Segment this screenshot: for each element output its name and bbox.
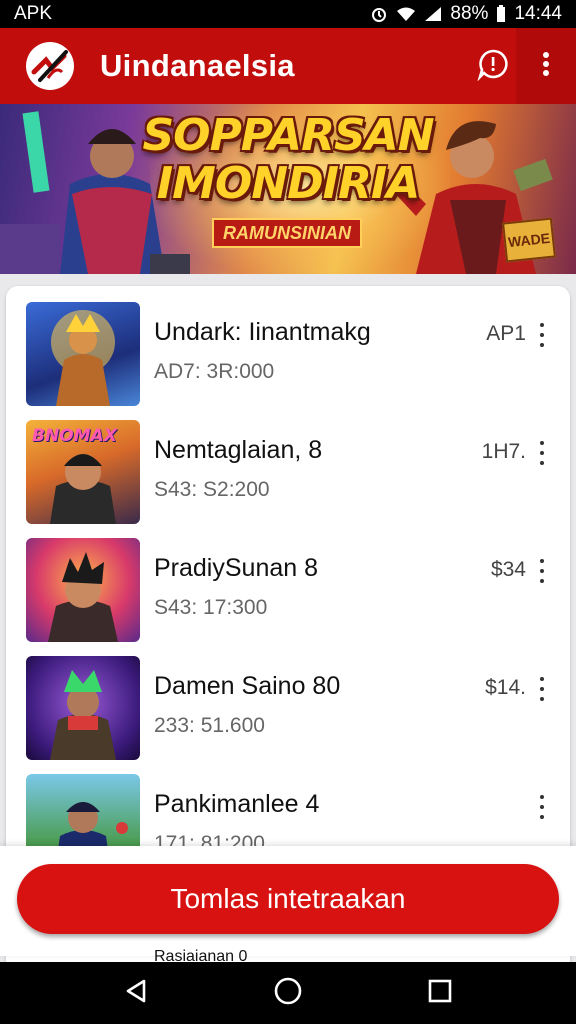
system-nav-bar bbox=[0, 962, 576, 1024]
more-vert-dot bbox=[540, 451, 544, 455]
wifi-icon bbox=[396, 6, 416, 22]
banner-title-line1: SOPPARSAN bbox=[142, 110, 434, 161]
list-item[interactable]: Damen Saino 80 233: 51.600 $14. bbox=[6, 640, 570, 760]
more-vert-icon bbox=[540, 559, 544, 563]
back-icon bbox=[122, 977, 150, 1010]
app-logo-icon[interactable] bbox=[26, 42, 74, 90]
item-more-button[interactable] bbox=[534, 674, 550, 704]
recents-icon bbox=[427, 978, 453, 1009]
more-vert-dot bbox=[540, 805, 544, 809]
banner-badge: WADE bbox=[502, 217, 556, 263]
carrier-label: APK bbox=[14, 3, 53, 24]
app-bar: Uindanaelsia bbox=[0, 28, 576, 104]
app-thumbnail bbox=[26, 302, 140, 406]
item-more-button[interactable] bbox=[534, 556, 550, 586]
app-thumbnail bbox=[26, 656, 140, 760]
app-price: 1H7. bbox=[481, 440, 526, 463]
app-title: PradiySunan 8 bbox=[154, 554, 319, 582]
overflow-menu-button[interactable] bbox=[516, 28, 576, 104]
more-vert-dot bbox=[540, 333, 544, 337]
app-title: Undark: Iinantmakg bbox=[154, 318, 371, 346]
app-subtitle: 233: 51.600 bbox=[154, 714, 265, 737]
banner-ribbon: RAMUNSINIAN bbox=[212, 218, 362, 248]
bottom-panel: Tomlas intetraakan Rasiaianan 0 bbox=[0, 846, 576, 965]
recents-button[interactable] bbox=[412, 965, 468, 1021]
more-vert-icon bbox=[540, 677, 544, 681]
clock: 14:44 bbox=[514, 3, 562, 24]
app-title: Nemtaglaian, 8 bbox=[154, 436, 323, 464]
battery-icon bbox=[496, 5, 506, 23]
more-vert-dot bbox=[540, 579, 544, 583]
status-bar: APK 88% 14:44 bbox=[0, 0, 576, 28]
list-item[interactable]: PradiySunan 8 S43: 17:300 $34 bbox=[6, 522, 570, 642]
promo-banner[interactable]: SOPPARSAN IMONDIRIA RAMUNSINIAN WADE bbox=[0, 104, 576, 274]
more-vert-dot bbox=[540, 697, 544, 701]
back-button[interactable] bbox=[108, 965, 164, 1021]
chat-button[interactable] bbox=[470, 43, 516, 89]
item-more-button[interactable] bbox=[534, 792, 550, 822]
more-vert-dot bbox=[540, 687, 544, 691]
alarm-icon bbox=[370, 5, 388, 23]
home-icon bbox=[273, 976, 303, 1011]
status-icons: 88% 14:44 bbox=[370, 3, 562, 25]
app-thumbnail bbox=[26, 538, 140, 642]
more-vert-dot bbox=[540, 815, 544, 819]
more-vert-dot bbox=[540, 461, 544, 465]
more-vert-icon bbox=[540, 441, 544, 445]
home-button[interactable] bbox=[260, 965, 316, 1021]
thumb-label: BNOMAX bbox=[32, 426, 117, 446]
app-price: AP1 bbox=[486, 322, 526, 345]
app-thumbnail: BNOMAX bbox=[26, 420, 140, 524]
app-subtitle: S43: 17:300 bbox=[154, 596, 268, 619]
more-vert-icon bbox=[542, 51, 550, 82]
app-price: $34 bbox=[490, 558, 526, 581]
list-item[interactable]: Undark: Iinantmakg AD7: 3R:000 AP1 bbox=[6, 286, 570, 406]
app-subtitle: AD7: 3R:000 bbox=[154, 360, 275, 383]
battery-text: 88% bbox=[450, 3, 489, 24]
app-title: Uindanaelsia bbox=[100, 48, 295, 83]
chat-icon bbox=[476, 47, 510, 86]
more-vert-dot bbox=[540, 569, 544, 573]
signal-icon bbox=[424, 6, 442, 22]
app-price: $14. bbox=[485, 676, 526, 699]
item-more-button[interactable] bbox=[534, 438, 550, 468]
banner-title-line2: IMONDIRIA bbox=[156, 158, 421, 209]
item-more-button[interactable] bbox=[534, 320, 550, 350]
app-subtitle: S43: S2:200 bbox=[154, 478, 270, 501]
app-title: Pankimanlee 4 bbox=[154, 790, 320, 818]
primary-action-button[interactable]: Tomlas intetraakan bbox=[17, 864, 559, 934]
more-vert-dot bbox=[540, 343, 544, 347]
more-vert-icon bbox=[540, 795, 544, 799]
list-item[interactable]: BNOMAX Nemtaglaian, 8 S43: S2:200 1H7. bbox=[6, 404, 570, 524]
app-title: Damen Saino 80 bbox=[154, 672, 341, 700]
more-vert-icon bbox=[540, 323, 544, 327]
